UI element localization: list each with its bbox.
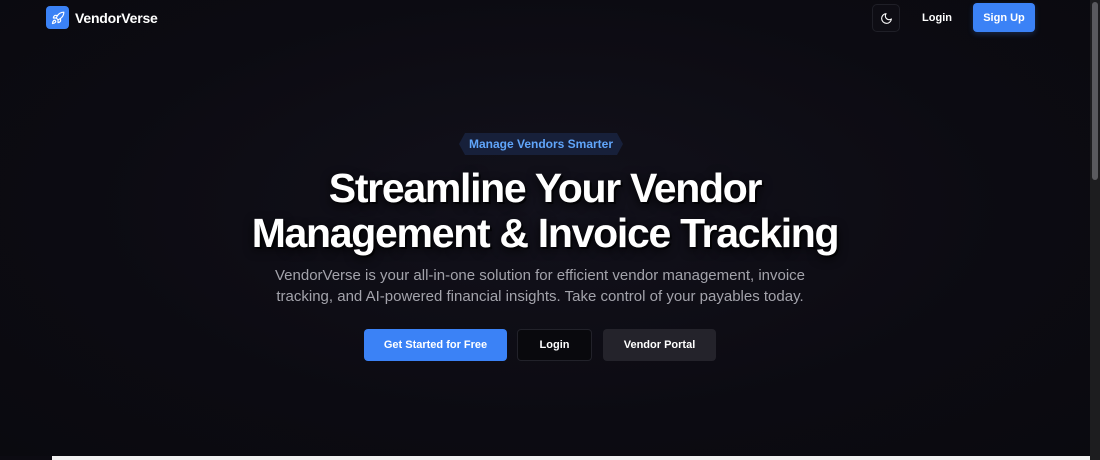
get-started-button[interactable]: Get Started for Free xyxy=(364,329,507,361)
vendor-portal-button[interactable]: Vendor Portal xyxy=(603,329,716,361)
hero-badge: Manage Vendors Smarter xyxy=(459,133,623,155)
hero-login-button[interactable]: Login xyxy=(517,329,592,361)
hero-section: Manage Vendors Smarter Streamline Your V… xyxy=(0,0,1090,460)
hero-title: Streamline Your Vendor Management & Invo… xyxy=(150,166,940,256)
hero-subtitle: VendorVerse is your all-in-one solution … xyxy=(274,267,806,305)
bottom-edge-shadow xyxy=(0,456,52,460)
page: VendorVerse Login Sign Up Manage Vendors… xyxy=(0,0,1100,460)
bottom-edge xyxy=(0,456,1090,460)
scrollbar-thumb[interactable] xyxy=(1092,2,1098,180)
hero-title-line-1: Streamline Your Vendor xyxy=(328,165,763,211)
hero-title-line-2: Management & Invoice Tracking xyxy=(251,210,840,256)
